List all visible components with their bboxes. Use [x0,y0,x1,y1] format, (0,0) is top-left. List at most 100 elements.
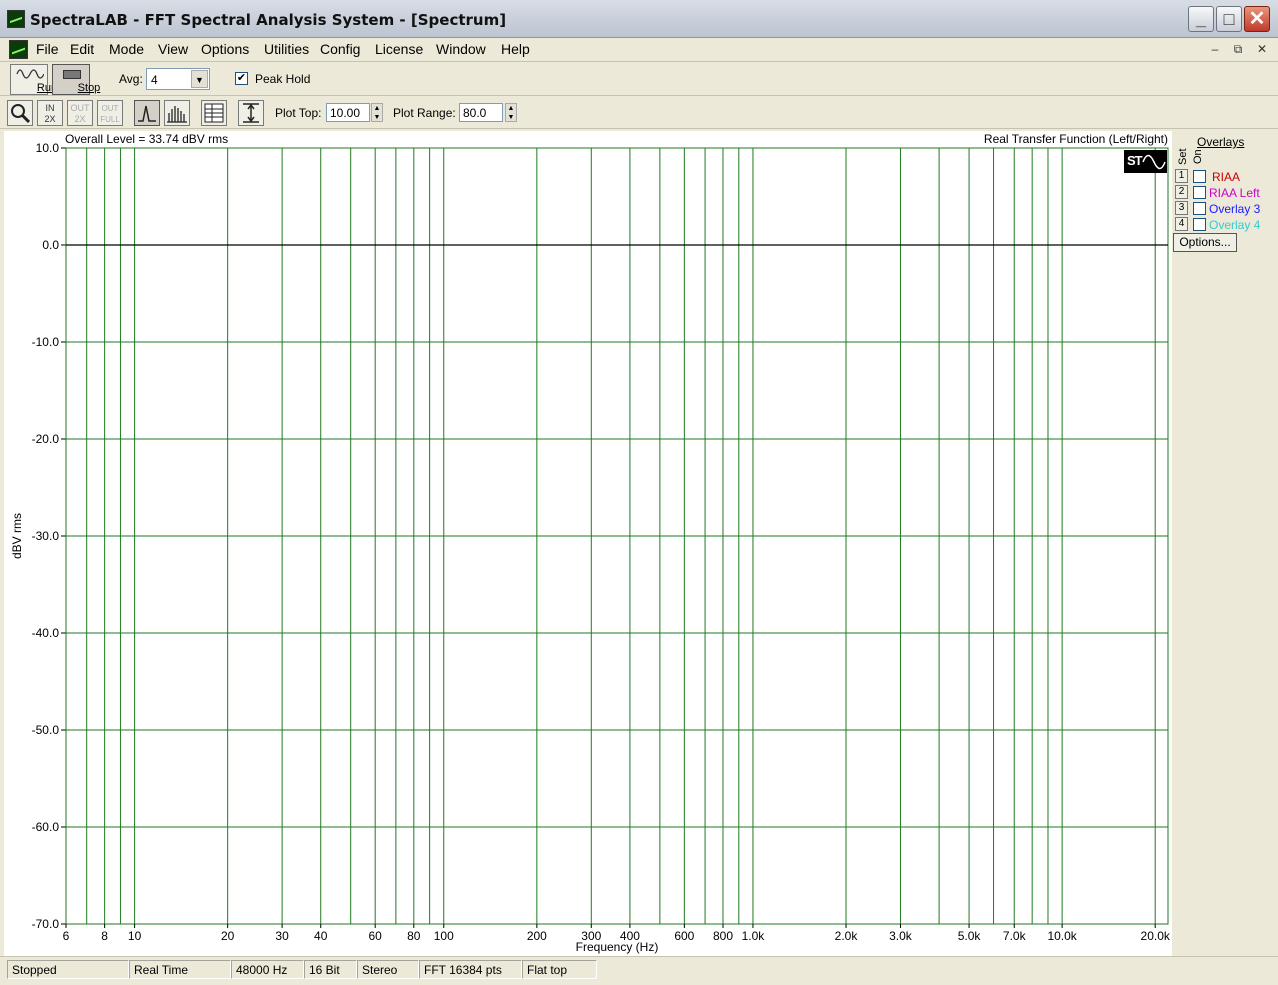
status-mode: Real Time [129,960,231,979]
zoom-out-2x-button[interactable]: OUT 2X [67,100,93,126]
x-tick-label: 10 [128,929,142,943]
status-sample-rate: 48000 Hz [231,960,304,979]
status-bar: Stopped Real Time 48000 Hz 16 Bit Stereo… [0,956,1278,985]
x-tick-label: 8 [101,929,108,943]
document-icon[interactable] [9,40,28,59]
overlay-2-checkbox[interactable] [1193,186,1206,199]
spectrum-chart: 10.0 0.0 -10.0 -20.0 -30.0 -40.0 -50.0 -60.0 -70… [10,141,1171,954]
y-axis-label: dBV rms [10,513,24,559]
mdi-restore-button[interactable]: ⧉ [1229,41,1247,57]
x-tick-label: 1.0k [742,929,766,943]
mdi-minimize-button[interactable]: – [1206,41,1224,57]
x-tick-label: 6 [63,929,70,943]
maximize-button[interactable]: □ [1216,6,1242,32]
app-icon[interactable] [7,10,25,28]
chevron-down-icon[interactable]: ▼ [191,70,208,88]
menu-config[interactable]: Config [320,41,360,57]
run-button[interactable]: Run [10,64,57,95]
window-title: SpectraLAB - FFT Spectral Analysis Syste… [30,11,507,29]
stop-icon [63,70,81,79]
overlay-3-label: Overlay 3 [1209,202,1261,216]
on-header: On [1192,149,1204,164]
x-tick-label: 100 [434,929,454,943]
autoscale-button[interactable] [238,100,264,126]
overlay-options-button[interactable]: Options... [1173,233,1237,252]
menu-view[interactable]: View [158,41,188,57]
overlay-4-checkbox[interactable] [1193,218,1206,231]
menu-license[interactable]: License [375,41,423,57]
y-tick-label: -50.0 [32,723,60,737]
plot-toolbar: IN 2X OUT 2X OUT FULL Plot Top: 10.00 ▲ … [0,97,1278,129]
line-plot-icon [138,105,156,122]
avg-value: 4 [151,73,158,87]
overlay-2-set-button[interactable]: 2 [1175,185,1188,199]
peak-hold-checkbox[interactable]: ✔ [235,72,248,85]
x-tick-label: 7.0k [1003,929,1027,943]
logo-text: ST [1127,153,1143,168]
table-icon [204,103,224,123]
zoom-out-full-button[interactable]: OUT FULL [97,100,123,126]
zoom-button[interactable] [7,100,33,126]
peak-hold-label: Peak Hold [255,72,311,86]
spectralab-logo: ST [1124,150,1167,173]
title-bar: SpectraLAB - FFT Spectral Analysis Syste… [0,0,1278,38]
status-window: Flat top [522,960,597,979]
overlay-4-label: Overlay 4 [1209,218,1261,232]
overlay-1-checkbox[interactable] [1193,170,1206,183]
menu-options[interactable]: Options [201,41,249,57]
avg-label: Avg: [119,72,143,86]
overlay-3-checkbox[interactable] [1193,202,1206,215]
plot-top-label: Plot Top: [275,106,322,120]
set-header: Set [1177,148,1189,165]
sine-wave-icon [16,69,44,79]
plot-range-spinner[interactable]: ▲ ▼ [505,103,517,122]
x-tick-label: 60 [368,929,382,943]
zoom-in-2x-button[interactable]: IN 2X [37,100,63,126]
autoscale-icon [243,103,259,123]
x-tick-label: 5.0k [958,929,982,943]
close-button[interactable]: ✕ [1244,6,1270,32]
y-tick-label: -10.0 [32,335,60,349]
menu-file[interactable]: File [36,41,59,57]
minimize-button[interactable]: _ [1188,6,1214,32]
x-tick-label: 2.0k [835,929,859,943]
plot-top-spinner[interactable]: ▲ ▼ [371,103,383,122]
x-tick-label: 40 [314,929,328,943]
plot-range-label: Plot Range: [393,106,456,120]
avg-select[interactable]: 4 ▼ [146,68,210,90]
x-tick-label: 3.0k [889,929,913,943]
acquisition-toolbar: Run Stop Avg: 4 ▼ ✔ Peak Hold [0,62,1278,96]
minimize-icon: _ [1195,9,1206,29]
line-plot-button[interactable] [134,100,160,126]
status-bit-depth: 16 Bit [304,960,357,979]
x-tick-label: 30 [275,929,289,943]
close-icon: ✕ [1248,8,1266,30]
menu-window[interactable]: Window [436,41,486,57]
maximize-icon: □ [1223,9,1235,29]
table-button[interactable] [201,100,227,126]
overlays-title[interactable]: Overlays [1197,135,1244,149]
menu-edit[interactable]: Edit [70,41,94,57]
plot-function-title: Real Transfer Function (Left/Right) [983,132,1168,146]
y-tick-label: 0.0 [42,238,59,252]
overlay-4-set-button[interactable]: 4 [1175,217,1188,231]
stop-button[interactable]: Stop [52,64,100,95]
x-axis-label: Frequency (Hz) [576,940,659,954]
overlay-1-set-button[interactable]: 1 [1175,169,1188,183]
y-tick-label: -70.0 [32,917,60,931]
bar-plot-button[interactable] [164,100,190,126]
status-fft-size: FFT 16384 pts [419,960,522,979]
status-state: Stopped [7,960,129,979]
y-tick-label: -40.0 [32,626,60,640]
logo-wave-icon [1142,154,1166,170]
plot-top-input[interactable]: 10.00 [326,103,370,122]
y-tick-label: -20.0 [32,432,60,446]
menu-help[interactable]: Help [501,41,530,57]
plot-range-input[interactable]: 80.0 [459,103,503,122]
spectrum-plot[interactable]: 10.0 0.0 -10.0 -20.0 -30.0 -40.0 -50.0 -60.0 -70… [4,131,1172,956]
menu-mode[interactable]: Mode [109,41,144,57]
x-tick-label: 20.0k [1141,929,1171,943]
overlay-3-set-button[interactable]: 3 [1175,201,1188,215]
mdi-close-button[interactable]: ✕ [1253,41,1271,57]
menu-utilities[interactable]: Utilities [264,41,309,57]
